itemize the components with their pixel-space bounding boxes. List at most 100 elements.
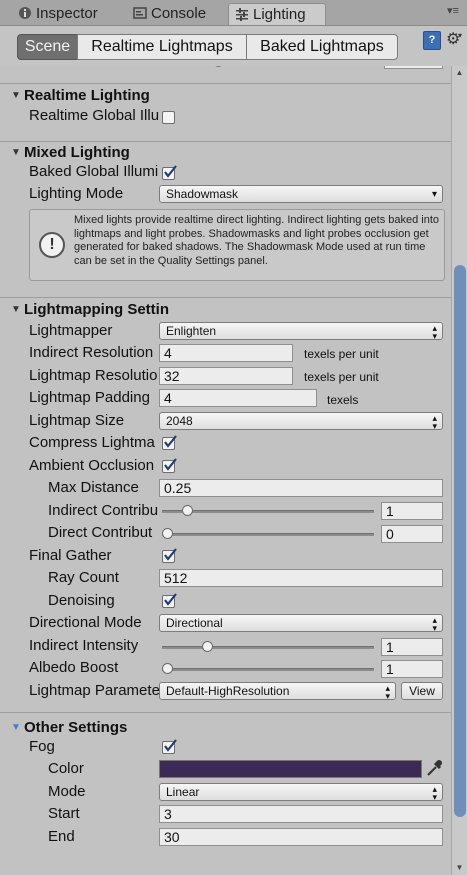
tab-lighting[interactable]: Lighting bbox=[228, 3, 326, 25]
tab-label: Lighting bbox=[253, 6, 306, 23]
updown-arrows-icon: ▴ ▾ bbox=[432, 323, 437, 341]
ray-count-label: Ray Count bbox=[48, 569, 119, 586]
albedo-boost-label: Albedo Boost bbox=[29, 659, 119, 676]
ambient-occlusion-checkbox[interactable] bbox=[162, 458, 177, 473]
realtime-gi-checkbox[interactable] bbox=[162, 111, 175, 124]
section-divider bbox=[0, 712, 451, 713]
foldout-arrow-icon[interactable]: ▼ bbox=[11, 85, 21, 107]
mixed-lighting-help-box: ! Mixed lights provide realtime direct l… bbox=[29, 209, 445, 281]
baked-gi-checkbox[interactable] bbox=[162, 165, 177, 180]
lightmap-padding-unit: texels bbox=[327, 393, 359, 407]
indirect-contribution-slider-track[interactable] bbox=[162, 510, 374, 513]
lightmap-size-dropdown[interactable]: 2048 ▴ ▾ bbox=[159, 412, 443, 431]
tab-label: Console bbox=[151, 5, 207, 22]
fog-end-label: End bbox=[48, 828, 75, 845]
section-title-realtime-lighting[interactable]: Realtime Lighting bbox=[24, 85, 150, 107]
direct-contribution-slider-thumb[interactable] bbox=[162, 528, 173, 539]
indirect-intensity-slider-thumb[interactable] bbox=[202, 641, 214, 652]
baked-gi-label: Baked Global Illumi bbox=[29, 163, 159, 180]
denoising-checkbox[interactable] bbox=[162, 593, 177, 608]
updown-arrows-icon: ▴ ▾ bbox=[385, 683, 390, 701]
foldout-arrow-icon[interactable]: ▼ bbox=[11, 142, 21, 164]
indirect-resolution-unit: texels per unit bbox=[304, 347, 379, 361]
indirect-contribution-input[interactable]: 1 bbox=[381, 502, 443, 520]
console-icon bbox=[133, 5, 147, 19]
help-text: Mixed lights provide realtime direct lig… bbox=[74, 214, 440, 267]
lighting-mode-label: Lighting Mode bbox=[29, 185, 124, 202]
partial-field bbox=[384, 66, 443, 69]
albedo-boost-input[interactable]: 1 bbox=[381, 660, 443, 678]
compress-lightmaps-label: Compress Lightma bbox=[29, 434, 155, 451]
indirect-contribution-slider-thumb[interactable] bbox=[182, 505, 194, 516]
lightmap-resolution-label: Lightmap Resolutio bbox=[29, 367, 158, 384]
info-icon bbox=[18, 5, 32, 19]
indirect-intensity-input[interactable]: 1 bbox=[381, 638, 443, 656]
tab-label: Inspector bbox=[36, 5, 98, 22]
checkmark-icon bbox=[164, 739, 177, 752]
updown-arrows-icon: ▴ ▾ bbox=[432, 615, 437, 633]
mode-baked-lightmaps-button[interactable]: Baked Lightmaps bbox=[246, 34, 398, 60]
tab-inspector[interactable]: Inspector bbox=[13, 3, 125, 25]
scroll-down-arrow-icon[interactable]: ▼ bbox=[452, 861, 467, 875]
max-distance-input[interactable]: 0.25 bbox=[159, 479, 443, 497]
direct-contribution-label: Direct Contribut bbox=[48, 524, 153, 541]
foldout-arrow-icon[interactable]: ▼ bbox=[11, 299, 21, 321]
section-title-lightmapping-settings[interactable]: Lightmapping Settin bbox=[24, 299, 180, 321]
lighting-mode-dropdown[interactable]: Shadowmask ▾ bbox=[159, 185, 443, 203]
view-button[interactable]: View bbox=[401, 682, 443, 700]
mode-scene-button[interactable]: Scene bbox=[17, 34, 78, 60]
fog-color-field[interactable] bbox=[159, 760, 422, 778]
dropdown-value: Linear bbox=[166, 785, 200, 799]
fog-mode-dropdown[interactable]: Linear ▴ ▾ bbox=[159, 783, 443, 802]
direct-contribution-input[interactable]: 0 bbox=[381, 525, 443, 543]
scrollbar-thumb[interactable] bbox=[454, 265, 466, 817]
chevron-down-icon: ▾ bbox=[431, 189, 437, 200]
dropdown-value: Directional bbox=[166, 616, 223, 630]
book-help-icon[interactable]: ? bbox=[423, 31, 441, 50]
fog-mode-label: Mode bbox=[48, 783, 86, 800]
updown-arrows-icon: ▴ ▾ bbox=[432, 413, 437, 431]
fog-end-input[interactable]: 30 bbox=[159, 828, 443, 846]
denoising-label: Denoising bbox=[48, 592, 115, 609]
final-gather-checkbox[interactable] bbox=[162, 548, 177, 563]
final-gather-label: Final Gather bbox=[29, 547, 112, 564]
realtime-gi-label: Realtime Global Illu bbox=[29, 107, 160, 124]
lighting-settings-panel: ▼ Realtime Lighting Realtime Global Illu… bbox=[0, 66, 451, 875]
albedo-boost-slider-track[interactable] bbox=[162, 668, 374, 671]
dropdown-value: Shadowmask bbox=[166, 187, 239, 201]
direct-contribution-slider-track[interactable] bbox=[162, 533, 374, 536]
lightmap-padding-input[interactable]: 4 bbox=[159, 389, 317, 407]
chevron-down-icon[interactable]: ▾ bbox=[458, 31, 462, 40]
checkmark-icon bbox=[164, 458, 177, 471]
section-divider bbox=[0, 83, 451, 84]
vertical-scrollbar[interactable]: ▲ ▼ bbox=[451, 66, 467, 875]
indirect-resolution-input[interactable]: 4 bbox=[159, 344, 293, 362]
scroll-up-arrow-icon[interactable]: ▲ bbox=[452, 66, 467, 80]
lightmap-parameters-dropdown[interactable]: Default-HighResolution ▴ ▾ bbox=[159, 682, 396, 701]
compress-lightmaps-checkbox[interactable] bbox=[162, 435, 177, 450]
lightmap-resolution-unit: texels per unit bbox=[304, 370, 379, 384]
directional-mode-dropdown[interactable]: Directional ▴ ▾ bbox=[159, 614, 443, 633]
checkmark-icon bbox=[164, 165, 177, 178]
fog-start-input[interactable]: 3 bbox=[159, 805, 443, 823]
indirect-resolution-label: Indirect Resolution bbox=[29, 344, 154, 361]
section-divider bbox=[0, 297, 451, 298]
fog-checkbox[interactable] bbox=[162, 739, 177, 754]
foldout-arrow-icon[interactable]: ▼ bbox=[11, 717, 21, 739]
ambient-occlusion-label: Ambient Occlusion bbox=[29, 457, 155, 474]
lightmap-size-label: Lightmap Size bbox=[29, 412, 125, 429]
mode-realtime-lightmaps-button[interactable]: Realtime Lightmaps bbox=[77, 34, 247, 60]
lightmapper-dropdown[interactable]: Enlighten ▴ ▾ bbox=[159, 322, 443, 341]
ray-count-input[interactable]: 512 bbox=[159, 569, 443, 587]
tab-console[interactable]: Console bbox=[130, 3, 225, 25]
updown-arrows-icon: ▴ ▾ bbox=[432, 784, 437, 802]
eyedropper-icon[interactable] bbox=[425, 758, 443, 783]
indirect-intensity-slider-track[interactable] bbox=[162, 646, 374, 649]
dropdown-value: Enlighten bbox=[166, 324, 217, 338]
max-distance-label: Max Distance bbox=[48, 479, 139, 496]
lightmap-resolution-input[interactable]: 32 bbox=[159, 367, 293, 385]
lighting-sliders-icon bbox=[235, 6, 249, 21]
albedo-boost-slider-thumb[interactable] bbox=[162, 663, 173, 674]
checkmark-icon bbox=[164, 435, 177, 448]
window-menu-icon[interactable]: ▾≡ bbox=[447, 4, 459, 17]
